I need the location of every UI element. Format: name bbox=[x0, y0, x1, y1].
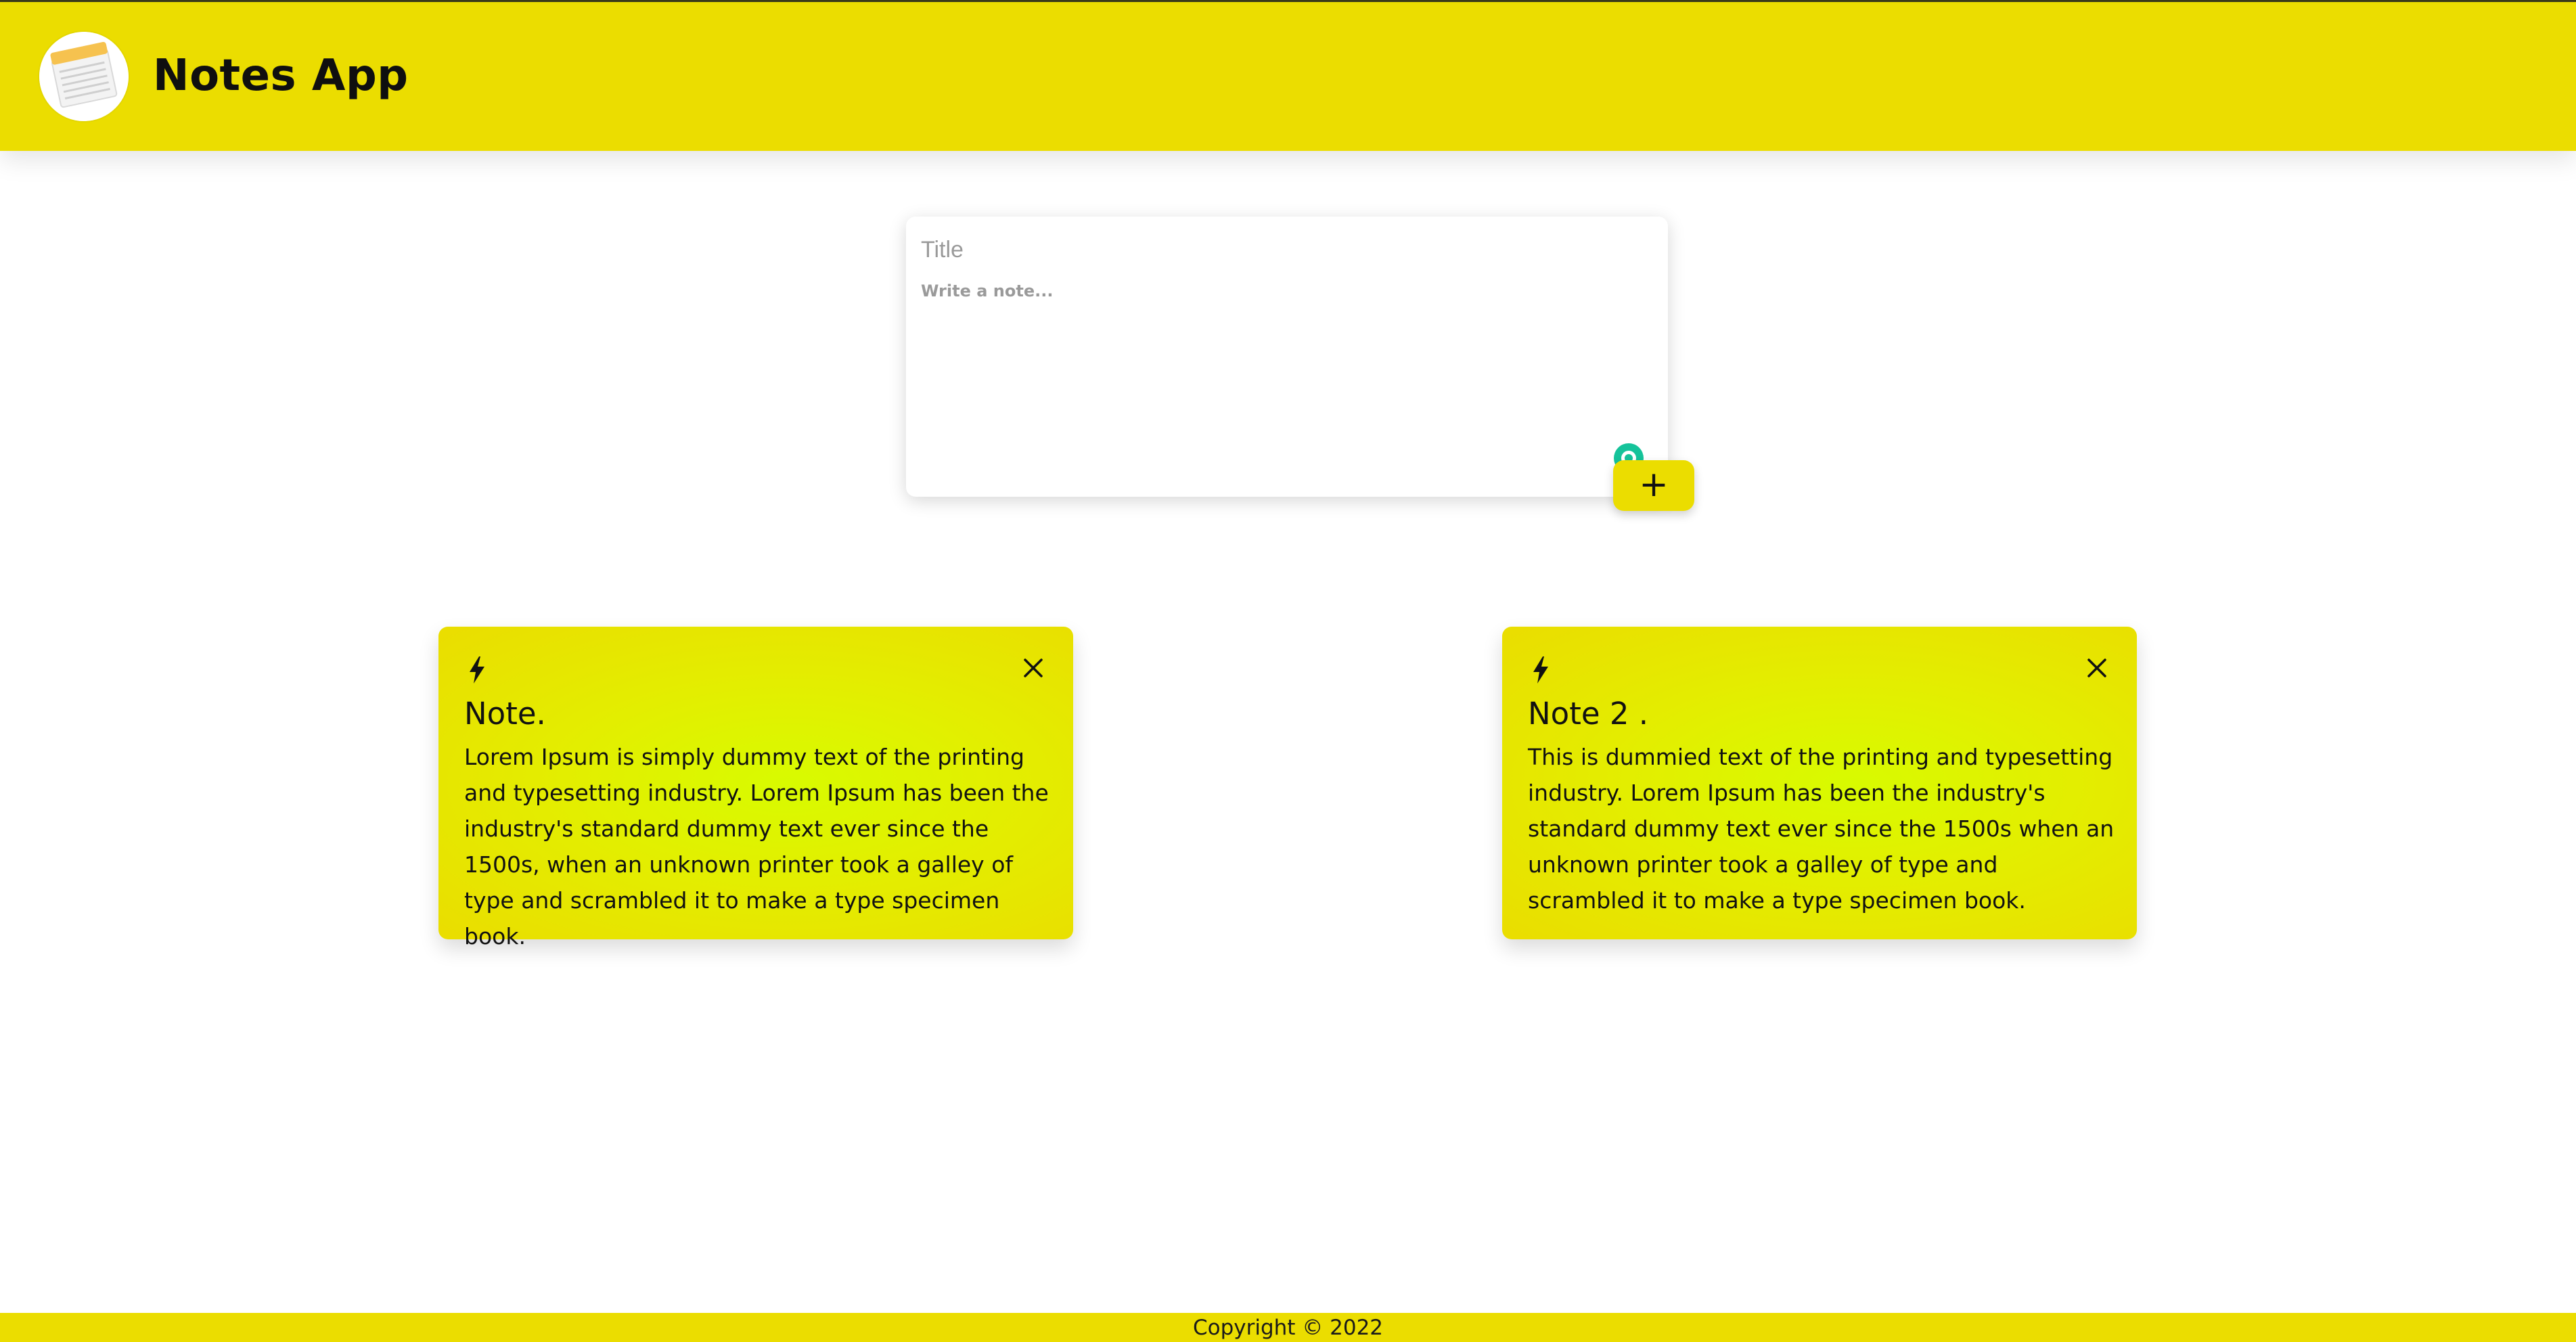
close-icon[interactable] bbox=[1023, 658, 1043, 678]
note-card: Note 2 . This is dummied text of the pri… bbox=[1502, 627, 2137, 939]
note-title: Note. bbox=[464, 696, 546, 732]
note-body: Lorem Ipsum is simply dummy text of the … bbox=[464, 744, 1049, 949]
note-card: Note. Lorem Ipsum is simply dummy text o… bbox=[438, 627, 1073, 949]
footer: Copyright © 2022 bbox=[0, 1313, 2576, 1342]
create-note-form bbox=[906, 217, 1668, 497]
close-icon[interactable] bbox=[2087, 658, 2107, 678]
add-note-button[interactable]: + bbox=[1613, 460, 1694, 511]
note-content-input[interactable] bbox=[920, 280, 1640, 452]
note-title-input[interactable] bbox=[920, 229, 1653, 271]
note-title: Note 2 . bbox=[1528, 696, 1649, 732]
app-title: Notes App bbox=[153, 51, 409, 101]
app-header: Notes App bbox=[0, 2, 2576, 151]
plus-icon: + bbox=[1639, 464, 1669, 505]
copyright-text: Copyright © 2022 bbox=[1192, 1315, 1384, 1340]
notepad-icon bbox=[39, 32, 129, 121]
note-body: This is dummied text of the printing and… bbox=[1528, 744, 2115, 914]
lightning-bolt-icon bbox=[1533, 656, 1548, 684]
lightning-bolt-icon bbox=[470, 656, 484, 684]
